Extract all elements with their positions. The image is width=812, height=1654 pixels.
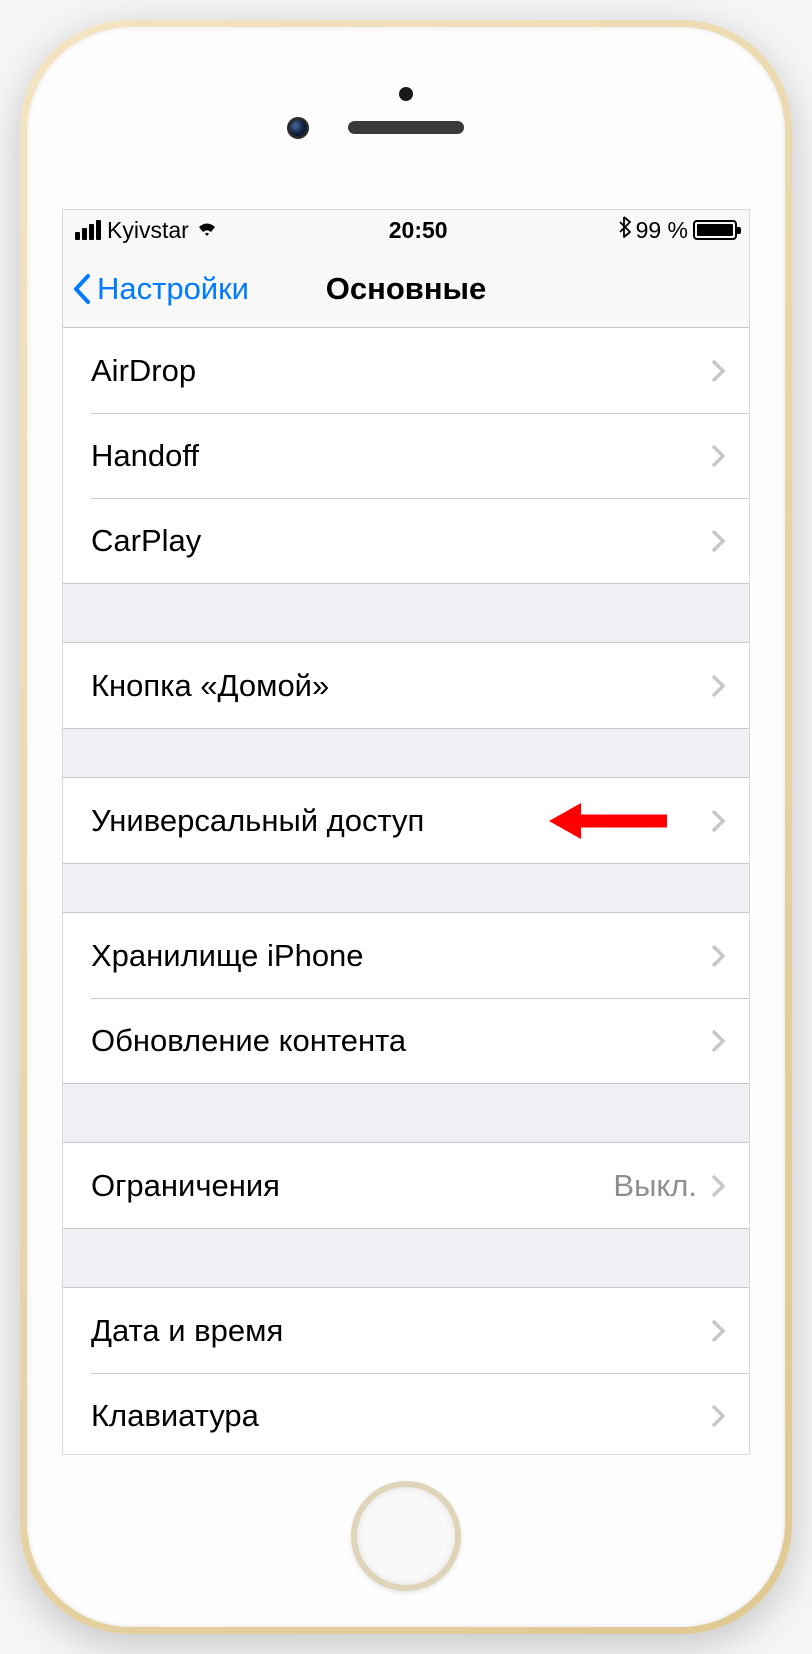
- settings-group: Универсальный доступ: [63, 777, 749, 864]
- group-spacer: [63, 1229, 749, 1287]
- settings-group: Хранилище iPhone Обновление контента: [63, 912, 749, 1084]
- chevron-right-icon: [711, 359, 725, 383]
- group-spacer: [63, 584, 749, 642]
- status-bar: Kyivstar 20:50 99 %: [63, 210, 749, 250]
- chevron-right-icon: [711, 674, 725, 698]
- settings-cell[interactable]: Кнопка «Домой»: [63, 643, 749, 728]
- back-button[interactable]: Настройки: [63, 271, 249, 307]
- cell-label: Handoff: [91, 438, 711, 474]
- settings-cell[interactable]: Дата и время: [63, 1288, 749, 1373]
- chevron-left-icon: [73, 274, 91, 304]
- earpiece-speaker: [348, 121, 464, 134]
- settings-group: ОграниченияВыкл.: [63, 1142, 749, 1229]
- chevron-right-icon: [711, 944, 725, 968]
- chevron-right-icon: [711, 1404, 725, 1428]
- cell-label: Хранилище iPhone: [91, 938, 711, 974]
- cell-label: Кнопка «Домой»: [91, 668, 711, 704]
- settings-cell[interactable]: Хранилище iPhone: [63, 913, 749, 998]
- settings-cell[interactable]: Handoff: [63, 413, 749, 498]
- settings-cell[interactable]: Клавиатура: [63, 1373, 749, 1455]
- chevron-right-icon: [711, 1174, 725, 1198]
- cell-label: Обновление контента: [91, 1023, 711, 1059]
- screen: Kyivstar 20:50 99 %: [62, 209, 750, 1455]
- settings-cell[interactable]: CarPlay: [63, 498, 749, 583]
- chevron-right-icon: [711, 529, 725, 553]
- chevron-right-icon: [711, 809, 725, 833]
- settings-cell[interactable]: ОграниченияВыкл.: [63, 1143, 749, 1228]
- cell-label: AirDrop: [91, 353, 711, 389]
- phone-bezel: Kyivstar 20:50 99 %: [39, 39, 773, 1615]
- phone-bottom-hardware: [39, 1455, 773, 1615]
- phone-frame: Kyivstar 20:50 99 %: [20, 20, 792, 1634]
- clock-label: 20:50: [389, 217, 448, 244]
- status-right: 99 %: [618, 216, 737, 244]
- status-left: Kyivstar: [75, 217, 219, 244]
- cell-value: Выкл.: [613, 1168, 697, 1204]
- proximity-sensor: [399, 87, 413, 101]
- carrier-label: Kyivstar: [107, 217, 189, 244]
- wifi-icon: [195, 217, 219, 243]
- settings-group: Кнопка «Домой»: [63, 642, 749, 729]
- cell-label: Дата и время: [91, 1313, 711, 1349]
- page-title: Основные: [326, 271, 487, 307]
- settings-cell[interactable]: Универсальный доступ: [63, 778, 749, 863]
- cell-label: Ограничения: [91, 1168, 613, 1204]
- bluetooth-icon: [618, 216, 631, 244]
- group-spacer: [63, 729, 749, 777]
- chevron-right-icon: [711, 444, 725, 468]
- battery-icon: [693, 220, 737, 240]
- settings-list[interactable]: AirDrop Handoff CarPlay Кнопка «Домой» Униве…: [63, 328, 749, 1455]
- chevron-right-icon: [711, 1029, 725, 1053]
- settings-cell[interactable]: Обновление контента: [63, 998, 749, 1083]
- cell-label: Клавиатура: [91, 1398, 711, 1434]
- phone-inner: Kyivstar 20:50 99 %: [27, 27, 785, 1627]
- signal-bars-icon: [75, 220, 101, 240]
- phone-top-hardware: [39, 39, 773, 209]
- settings-group: AirDrop Handoff CarPlay: [63, 328, 749, 584]
- cell-label: CarPlay: [91, 523, 711, 559]
- back-label: Настройки: [97, 271, 249, 307]
- settings-group: Дата и время Клавиатура: [63, 1287, 749, 1455]
- chevron-right-icon: [711, 1319, 725, 1343]
- front-camera: [287, 117, 309, 139]
- navigation-bar: Настройки Основные: [63, 250, 749, 328]
- group-spacer: [63, 864, 749, 912]
- settings-cell[interactable]: AirDrop: [63, 328, 749, 413]
- battery-pct-label: 99 %: [636, 217, 688, 244]
- home-button[interactable]: [351, 1481, 461, 1591]
- cell-label: Универсальный доступ: [91, 803, 711, 839]
- group-spacer: [63, 1084, 749, 1142]
